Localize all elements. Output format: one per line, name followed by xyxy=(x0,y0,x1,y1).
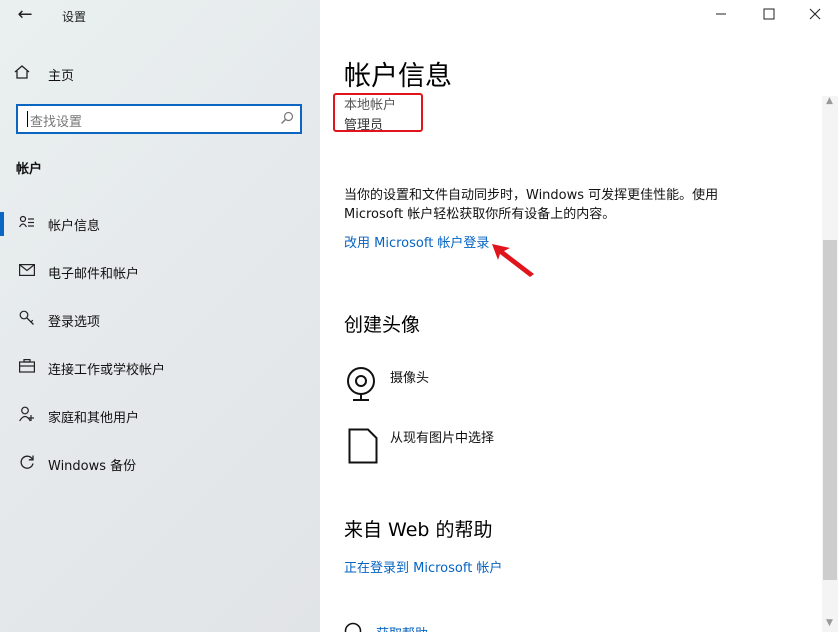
key-icon xyxy=(17,310,37,330)
maximize-button[interactable] xyxy=(746,4,792,28)
help-link-signin[interactable]: 正在登录到 Microsoft 帐户 xyxy=(344,557,502,576)
help-section-title: 来自 Web 的帮助 xyxy=(344,519,493,541)
sync-icon xyxy=(17,454,37,474)
help-icon xyxy=(344,622,362,632)
get-help-link[interactable]: 获取帮助 xyxy=(376,623,428,632)
file-icon xyxy=(348,428,378,468)
app-title: 设置 xyxy=(62,10,87,24)
sidebar-item-label: 家庭和其他用户 xyxy=(48,410,140,426)
briefcase-icon xyxy=(17,359,37,377)
home-icon xyxy=(14,64,36,84)
browse-label: 从现有图片中选择 xyxy=(390,431,495,446)
sidebar-item-family[interactable]: 家庭和其他用户 xyxy=(0,398,320,434)
highlight-box xyxy=(333,93,423,132)
sidebar-item-backup[interactable]: Windows 备份 xyxy=(0,446,320,482)
home-nav[interactable]: 主页 xyxy=(14,62,74,86)
sidebar-item-account-info[interactable]: 帐户信息 xyxy=(0,206,320,242)
get-help-row[interactable]: 获取帮助 xyxy=(344,622,544,632)
description-line: Microsoft 帐户轻松获取你所有设备上的内容。 xyxy=(344,207,616,222)
email-icon xyxy=(17,264,37,280)
sync-description: 当你的设置和文件自动同步时，Windows 可发挥更佳性能。使用 Microso… xyxy=(344,186,764,224)
ms-account-login-link[interactable]: 改用 Microsoft 帐户登录 xyxy=(344,232,489,251)
account-info-icon xyxy=(17,215,37,233)
avatar-section-title: 创建头像 xyxy=(344,314,421,336)
close-button[interactable] xyxy=(792,4,838,28)
camera-option[interactable]: 摄像头 xyxy=(344,366,544,406)
sidebar-item-label: 连接工作或学校帐户 xyxy=(48,362,166,378)
webcam-icon xyxy=(344,366,378,406)
back-arrow-icon[interactable]: ← xyxy=(14,4,36,26)
annotation-arrow-icon xyxy=(492,244,534,277)
sidebar-item-email[interactable]: 电子邮件和帐户 xyxy=(0,254,320,290)
sidebar-item-label: 帐户信息 xyxy=(48,218,101,234)
scroll-down-icon[interactable]: ▼ xyxy=(826,618,833,628)
page-title: 帐户信息 xyxy=(344,61,452,92)
sidebar-item-work-school[interactable]: 连接工作或学校帐户 xyxy=(0,350,320,386)
selection-indicator xyxy=(0,212,4,236)
search-input[interactable]: 查找设置 xyxy=(16,104,302,134)
sidebar: ← 设置 主页 查找设置 帐户 帐户信息 电子邮件和帐户 登录选项 连接工作或学… xyxy=(0,0,320,632)
minimize-button[interactable] xyxy=(698,4,744,28)
description-line: 当你的设置和文件自动同步时，Windows 可发挥更佳性能。使用 xyxy=(344,188,719,203)
text-caret xyxy=(27,111,28,127)
scrollbar-thumb[interactable] xyxy=(823,240,837,580)
sidebar-item-label: 电子邮件和帐户 xyxy=(48,266,140,282)
sidebar-item-signin-options[interactable]: 登录选项 xyxy=(0,302,320,338)
person-add-icon xyxy=(17,406,37,426)
camera-label: 摄像头 xyxy=(390,371,430,386)
home-label: 主页 xyxy=(48,68,75,84)
browse-picture-option[interactable]: 从现有图片中选择 xyxy=(344,426,564,466)
sidebar-item-label: Windows 备份 xyxy=(48,458,137,474)
sidebar-item-label: 登录选项 xyxy=(48,314,101,330)
search-icon[interactable] xyxy=(280,111,294,129)
scroll-up-icon[interactable]: ▲ xyxy=(826,96,833,106)
section-header: 帐户 xyxy=(16,162,43,177)
search-placeholder: 查找设置 xyxy=(30,115,83,130)
